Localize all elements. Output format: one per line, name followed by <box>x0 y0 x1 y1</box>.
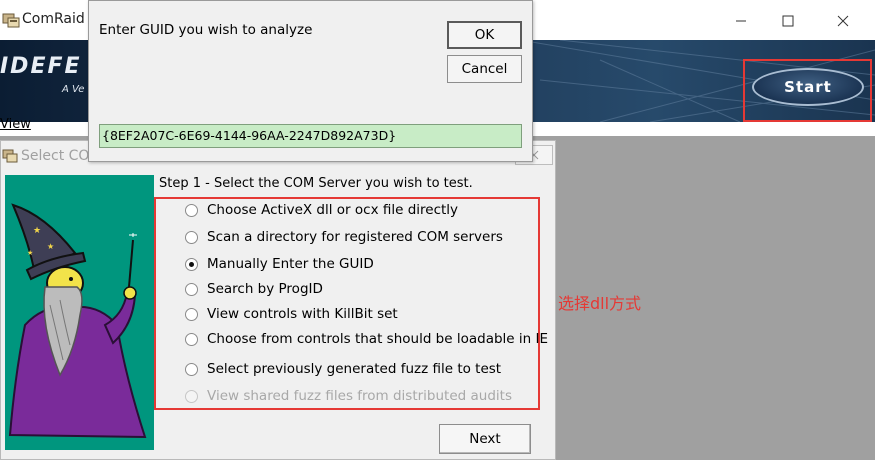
banner-logo: IDEFE <box>0 54 82 79</box>
option-scan-directory[interactable]: Scan a directory for registered COM serv… <box>185 227 503 247</box>
close-icon <box>837 15 849 27</box>
radio-button[interactable] <box>185 203 198 217</box>
radio-button-checked[interactable] <box>185 257 198 271</box>
banner-tagline: A Ve <box>62 84 85 95</box>
option-killbit[interactable]: View controls with KillBit set <box>185 304 398 324</box>
menu-item-view[interactable]: View <box>0 117 31 132</box>
option-activex-file[interactable]: Choose ActiveX dll or ocx file directly <box>185 200 458 220</box>
option-fuzz-file[interactable]: Select previously generated fuzz file to… <box>185 359 501 379</box>
maximize-icon <box>782 15 794 27</box>
option-label: View shared fuzz files from distributed … <box>207 388 512 404</box>
wizard-image: ★ ★ ★ <box>8 203 147 439</box>
ok-button[interactable]: OK <box>447 21 522 49</box>
radio-button[interactable] <box>185 230 198 244</box>
svg-text:★: ★ <box>33 226 41 236</box>
wizard-illustration: ★ ★ ★ <box>5 175 154 450</box>
option-label: View controls with KillBit set <box>207 306 398 322</box>
option-label: Search by ProgID <box>207 281 323 297</box>
guid-input-dialog: Enter GUID you wish to analyze OK Cancel… <box>88 0 533 162</box>
svg-text:★: ★ <box>27 249 33 257</box>
radio-button[interactable] <box>185 307 198 321</box>
option-label: Scan a directory for registered COM serv… <box>207 229 503 245</box>
option-label: Select previously generated fuzz file to… <box>207 361 502 377</box>
radio-button[interactable] <box>185 282 198 296</box>
next-button[interactable]: Next <box>439 424 531 454</box>
option-manual-guid[interactable]: Manually Enter the GUID <box>185 254 374 274</box>
option-search-progid[interactable]: Search by ProgID <box>185 279 323 299</box>
guid-prompt: Enter GUID you wish to analyze <box>99 22 313 38</box>
option-label: Choose ActiveX dll or ocx file directly <box>207 202 459 218</box>
app-icon <box>2 11 20 29</box>
radio-button[interactable] <box>185 362 198 376</box>
option-label: Choose from controls that should be load… <box>207 331 549 347</box>
svg-text:★: ★ <box>47 242 54 251</box>
window-app-icon <box>2 147 18 163</box>
guid-input-field[interactable]: {8EF2A07C-6E69-4144-96AA-2247D892A73D} <box>99 124 522 148</box>
cancel-button[interactable]: Cancel <box>447 55 522 83</box>
option-ie-loadable[interactable]: Choose from controls that should be load… <box>185 329 548 349</box>
radio-button[interactable] <box>185 332 198 346</box>
option-shared-fuzz-files: View shared fuzz files from distributed … <box>185 386 512 406</box>
step-instruction: Step 1 - Select the COM Server you wish … <box>159 176 473 191</box>
radio-button-disabled <box>185 389 198 403</box>
minimize-button[interactable] <box>718 6 764 36</box>
start-highlight-box <box>743 59 872 122</box>
annotation-text: 选择dll方式 <box>558 294 642 313</box>
window-title: ComRaid <box>22 11 85 27</box>
option-label: Manually Enter the GUID <box>207 256 374 272</box>
maximize-button[interactable] <box>765 6 811 36</box>
select-com-server-window: Select COM Server ★ ★ ★ Step 1 - Select … <box>0 140 556 460</box>
minimize-icon <box>736 20 746 22</box>
close-button[interactable] <box>820 6 866 36</box>
